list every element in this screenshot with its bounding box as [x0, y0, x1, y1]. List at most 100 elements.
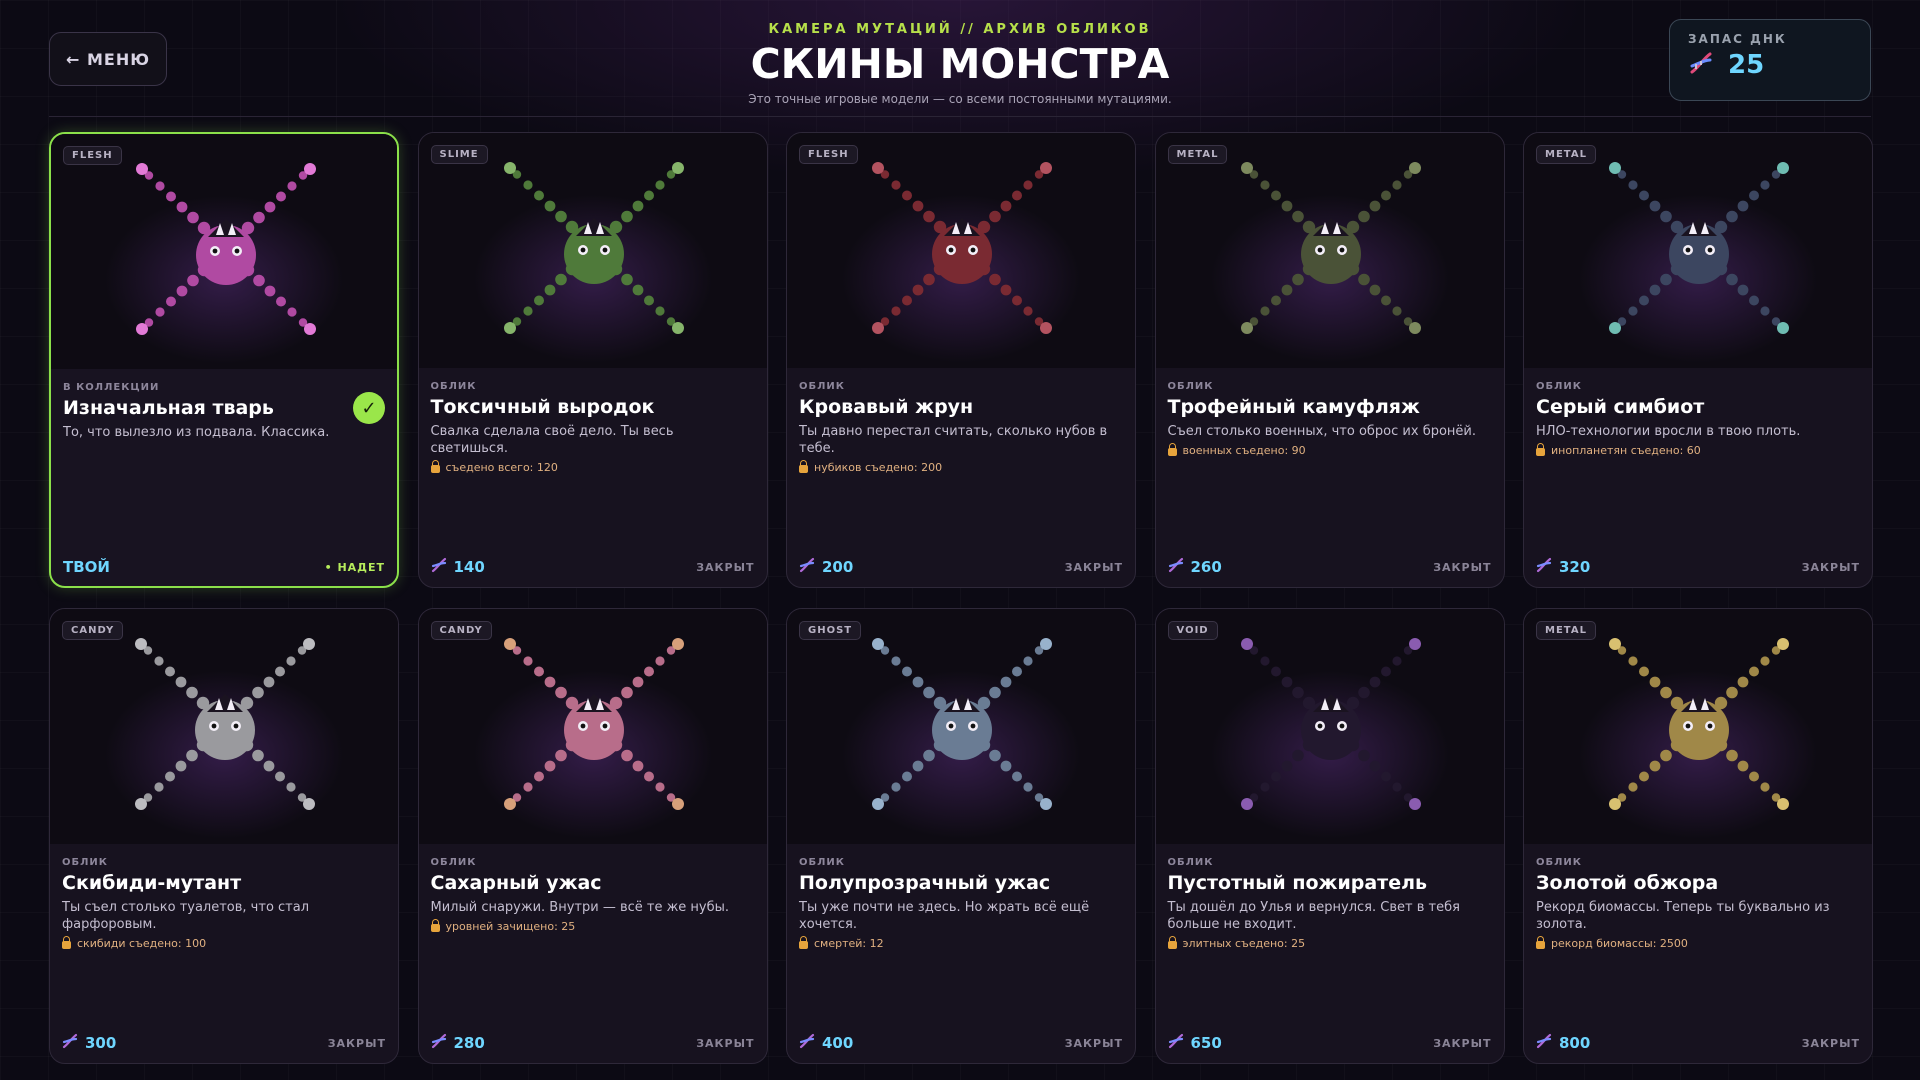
dna-label: ЗАПАС ДНК [1688, 32, 1787, 46]
skin-preview [418, 609, 767, 844]
skin-price: 200 [799, 557, 853, 577]
skin-price: 800 [1536, 1033, 1590, 1053]
skin-price: 320 [1536, 557, 1590, 577]
skin-card[interactable]: GHOST ОБЛИК Полупрозрачный ужас Ты уже почт… [786, 608, 1136, 1064]
skin-card[interactable]: CANDY ОБЛИК Сахарный ужас Милый снаружи. Вн… [417, 608, 768, 1064]
skin-preview [50, 609, 398, 844]
price-value: 650 [1190, 1034, 1222, 1052]
skin-preview [787, 133, 1135, 368]
skin-card[interactable]: METAL ОБЛИК Серый симбиот НЛО-технологии вр… [1523, 132, 1873, 588]
skin-kind: ОБЛИК [430, 857, 477, 868]
requirement-text: рекорд биомассы: 2500 [1551, 937, 1688, 950]
skin-name: Сахарный ужас [430, 872, 602, 894]
requirement-text: уровней зачищено: 25 [445, 920, 576, 933]
skin-price: 140 [431, 557, 485, 577]
requirement-text: военных съедено: 90 [1182, 444, 1306, 457]
dna-icon [431, 1033, 447, 1053]
skin-description: Рекорд биомассы. Теперь ты буквально из … [1536, 900, 1830, 932]
skin-status: ЗАКРЫТ [1064, 560, 1123, 574]
skin-requirement: военных съедено: 90 [1167, 443, 1492, 457]
price-value: 320 [1559, 558, 1591, 576]
page-eyebrow: КАМЕРА МУТАЦИЙ // АРХИВ ОБЛИКОВ [768, 22, 1152, 37]
requirement-text: инопланетян съедено: 60 [1551, 444, 1701, 457]
skin-kind: ОБЛИК [62, 857, 108, 868]
owned-label: ТВОЙ [63, 558, 110, 576]
price-value: 300 [85, 1034, 117, 1052]
skin-requirement: рекорд биомассы: 2500 [1536, 936, 1860, 950]
skin-name: Трофейный камуфляж [1167, 396, 1420, 418]
price-value: 260 [1190, 558, 1222, 576]
lock-icon [1167, 936, 1177, 949]
skin-status: ЗАКРЫТ [1433, 560, 1492, 574]
skin-card[interactable]: CANDY ОБЛИК Скибиди-мутант Ты съел столько … [49, 608, 399, 1064]
skin-price: 300 [62, 1033, 116, 1053]
dna-icon [431, 557, 447, 577]
skin-description: Ты уже почти не здесь. Но жрать всё ещё … [799, 900, 1090, 932]
skin-description: Ты дошёл до Улья и вернулся. Свет в тебя… [1167, 900, 1460, 932]
skin-description: Ты давно перестал считать, сколько нубов… [799, 424, 1108, 456]
skin-status: ЗАКРЫТ [327, 1036, 386, 1050]
skin-material-tag: METAL [1536, 621, 1596, 640]
dna-icon [1536, 557, 1552, 577]
requirement-text: смертей: 12 [814, 937, 884, 950]
skin-preview [51, 134, 397, 369]
price-value: 200 [822, 558, 854, 576]
skin-preview [1155, 133, 1504, 368]
skin-name: Полупрозрачный ужас [799, 872, 1051, 894]
skin-description: Милый снаружи. Внутри — всё те же нубы. [430, 900, 730, 915]
skin-card[interactable]: VOID ОБЛИК Пустотный пожиратель Ты дошёл до… [1154, 608, 1505, 1064]
page-header: КАМЕРА МУТАЦИЙ // АРХИВ ОБЛИКОВ СКИНЫ МО… [560, 22, 1360, 106]
skin-material-tag: METAL [1167, 145, 1228, 164]
skin-requirement: уровней зачищено: 25 [430, 919, 755, 933]
skin-description: НЛО-технологии вросли в твою плоть. [1536, 424, 1801, 439]
lock-icon [1167, 443, 1177, 456]
skin-name: Скибиди-мутант [62, 872, 242, 894]
skin-preview [1524, 133, 1872, 368]
skin-status: ЗАКРЫТ [696, 1036, 755, 1050]
skin-name: Токсичный выродок [430, 396, 655, 418]
lock-icon [1536, 443, 1545, 456]
page-title: СКИНЫ МОНСТРА [750, 40, 1170, 88]
skin-preview [418, 133, 767, 368]
skin-kind: ОБЛИК [799, 857, 845, 868]
dna-icon [799, 1033, 815, 1053]
skin-kind: ОБЛИК [1536, 857, 1582, 868]
skin-card[interactable]: FLESH В КОЛЛЕКЦИИ Изначальная тварь То, что… [49, 132, 399, 588]
skin-price: 650 [1168, 1033, 1222, 1053]
requirement-text: съедено всего: 120 [445, 461, 558, 474]
dna-icon [1168, 557, 1184, 577]
skin-status: ЗАКРЫТ [1433, 1036, 1492, 1050]
skin-grid: FLESH В КОЛЛЕКЦИИ Изначальная тварь То, что… [49, 132, 1873, 1066]
requirement-text: нубиков съедено: 200 [814, 461, 943, 474]
skin-requirement: скибиди съедено: 100 [62, 936, 386, 950]
skin-description: Свалка сделала своё дело. Ты весь светиш… [430, 424, 674, 456]
skin-price: 260 [1168, 557, 1222, 577]
skin-material-tag: CANDY [430, 621, 492, 640]
dna-icon [1168, 1033, 1184, 1053]
page-subtitle: Это точные игровые модели — со всеми пос… [748, 92, 1172, 106]
skin-kind: ОБЛИК [1167, 857, 1214, 868]
skin-description: То, что вылезло из подвала. Классика. [63, 425, 330, 440]
skin-name: Серый симбиот [1536, 396, 1705, 418]
lock-icon [1536, 936, 1545, 949]
requirement-text: элитных съедено: 25 [1182, 937, 1306, 950]
skin-status: ЗАКРЫТ [1801, 1036, 1860, 1050]
skin-requirement: нубиков съедено: 200 [799, 460, 1123, 474]
lock-icon [799, 460, 808, 473]
menu-button[interactable]: ← МЕНЮ [49, 32, 167, 86]
skin-card[interactable]: FLESH ОБЛИК Кровавый жрун Ты давно перестал… [786, 132, 1136, 588]
skin-status: ЗАКРЫТ [696, 560, 755, 574]
skin-card[interactable]: METAL ОБЛИК Трофейный камуфляж Съел столько… [1154, 132, 1505, 588]
skin-material-tag: FLESH [799, 145, 858, 164]
skin-card[interactable]: SLIME ОБЛИК Токсичный выродок Свалка сделал… [417, 132, 768, 588]
skin-description: Ты съел столько туалетов, что стал фарфо… [62, 900, 310, 932]
skin-requirement: инопланетян съедено: 60 [1536, 443, 1860, 457]
skin-status: ЗАКРЫТ [1801, 560, 1860, 574]
skin-card[interactable]: METAL ОБЛИК Золотой обжора Рекорд биомассы.… [1523, 608, 1873, 1064]
skin-material-tag: SLIME [430, 145, 488, 164]
skin-material-tag: METAL [1536, 145, 1596, 164]
lock-icon [799, 936, 808, 949]
skin-material-tag: VOID [1167, 621, 1218, 640]
skin-name: Золотой обжора [1536, 872, 1719, 894]
skin-kind: ОБЛИК [799, 381, 845, 392]
